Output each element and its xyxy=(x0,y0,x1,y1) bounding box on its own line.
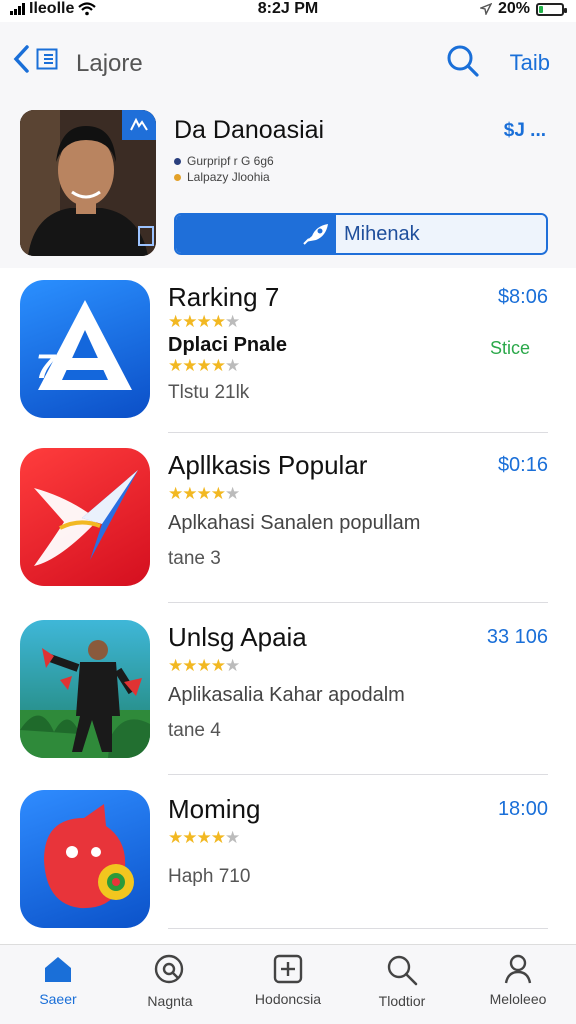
featured-meta-line1: Gurpripf r G 6g6 xyxy=(174,154,274,168)
location-arrow-icon xyxy=(479,3,492,15)
divider xyxy=(168,432,548,433)
app-name: Rarking 7 xyxy=(168,282,280,312)
featured-action-button[interactable]: Mihenak xyxy=(174,213,548,255)
app-price[interactable]: $0:16 xyxy=(498,454,548,477)
divider xyxy=(168,928,548,929)
app-icon-popular xyxy=(20,448,150,586)
featured-button-label: Mihenak xyxy=(336,215,546,253)
list-item[interactable]: Apllkasis Popular $0:16 ★★★★★ Aplkahasi … xyxy=(0,440,576,612)
search-button[interactable] xyxy=(446,44,480,83)
dot-icon xyxy=(174,173,181,181)
app-description: Aplikasalia Kahar apodalm xyxy=(168,684,405,706)
star-rating: ★★★★★ xyxy=(168,484,240,503)
app-name: Moming xyxy=(168,794,261,824)
battery-fill xyxy=(539,5,543,13)
app-price[interactable]: 18:00 xyxy=(498,798,548,821)
status-bar: Ileolle 8:2J PM 20% xyxy=(0,0,576,22)
page-title: Lajore xyxy=(76,50,143,77)
list-item[interactable]: Unlsg Apaia 33 106 ★★★★★ Aplikasalia Kah… xyxy=(0,612,576,784)
featured-meta-text1: Gurpripf r G 6g6 xyxy=(187,154,274,168)
list-item[interactable]: 7 Rarking 7 $8:06 ★★★★★ Dplaci Pnale Sti… xyxy=(0,272,576,444)
app-extra-info: tane 4 xyxy=(168,720,221,741)
star-rating: ★★★★★ xyxy=(168,656,240,675)
featured-meta-line2: Lalpazy Jloohia xyxy=(174,170,270,184)
plus-square-icon xyxy=(273,954,303,984)
app-subtitle: Dplaci Pnale xyxy=(168,334,287,356)
battery-icon xyxy=(536,2,567,16)
dot-icon xyxy=(174,157,181,165)
app-description: Aplkahasi Sanalen popullam xyxy=(168,512,421,534)
app-extra-info: Tlstu 21lk xyxy=(168,382,250,403)
nav-action-button[interactable]: Taib xyxy=(510,50,550,76)
status-right: 20% xyxy=(479,0,567,18)
magnify-search-icon xyxy=(154,954,184,984)
app-icon-game xyxy=(20,620,150,758)
featured-app-artwork xyxy=(20,110,156,256)
back-button[interactable] xyxy=(12,44,58,74)
tab-bar: Saeer Nagnta Hodoncsia Tlodtior Meloleeo xyxy=(0,944,576,1024)
tab-search[interactable]: Tlodtior xyxy=(354,953,450,1009)
tab-label: Tlodtior xyxy=(378,993,426,1009)
star-rating: ★★★★★ xyxy=(168,828,240,847)
navigation-bar: Lajore Taib xyxy=(0,22,576,108)
tab-profile[interactable]: Meloleeo xyxy=(470,953,566,1007)
featured-button-icon-area xyxy=(176,215,336,253)
app-name: Apllkasis Popular xyxy=(168,450,368,480)
app-name: Unlsg Apaia xyxy=(168,622,307,652)
person-icon xyxy=(504,954,532,984)
app-price[interactable]: 33 106 xyxy=(487,626,548,649)
app-tag: Stice xyxy=(489,338,530,358)
divider xyxy=(168,774,548,775)
search-icon xyxy=(447,45,479,77)
tab-home[interactable]: Saeer xyxy=(10,953,106,1007)
svg-text:7: 7 xyxy=(36,348,57,386)
featured-meta-text2: Lalpazy Jloohia xyxy=(187,170,270,184)
home-icon xyxy=(45,957,71,982)
app-price[interactable]: $8:06 xyxy=(498,286,548,309)
search-icon xyxy=(387,955,418,986)
tab-add[interactable]: Hodoncsia xyxy=(240,953,336,1007)
divider xyxy=(168,602,548,603)
battery-percent: 20% xyxy=(497,0,530,17)
list-item[interactable]: Moming 18:00 ★★★★★ Haph 710 xyxy=(0,784,576,956)
chevron-left-icon xyxy=(13,45,29,73)
app-extra-info: tane 3 xyxy=(168,548,221,569)
tab-label: Hodoncsia xyxy=(254,991,322,1007)
featured-app-card[interactable]: Da Danoasiai $J ... Gurpripf r G 6g6 Lal… xyxy=(0,100,576,268)
rocket-icon xyxy=(303,224,328,245)
app-icon-ranking: 7 xyxy=(20,280,150,418)
tab-magnify[interactable]: Nagnta xyxy=(122,953,218,1009)
tab-label: Meloleeo xyxy=(489,991,547,1007)
featured-app-name: Da Danoasiai xyxy=(174,116,325,144)
tab-label: Saeer xyxy=(39,991,77,1007)
app-icon-moming xyxy=(20,790,150,928)
tab-label: Nagnta xyxy=(147,993,193,1009)
list-icon xyxy=(36,48,58,70)
app-extra-info: Haph 710 xyxy=(168,866,251,887)
star-rating: ★★★★★ xyxy=(168,356,240,375)
featured-app-price[interactable]: $J ... xyxy=(504,120,546,142)
star-rating: ★★★★★ xyxy=(168,312,240,331)
bookmark-icon xyxy=(138,226,154,246)
featured-badge-icon xyxy=(122,110,156,140)
